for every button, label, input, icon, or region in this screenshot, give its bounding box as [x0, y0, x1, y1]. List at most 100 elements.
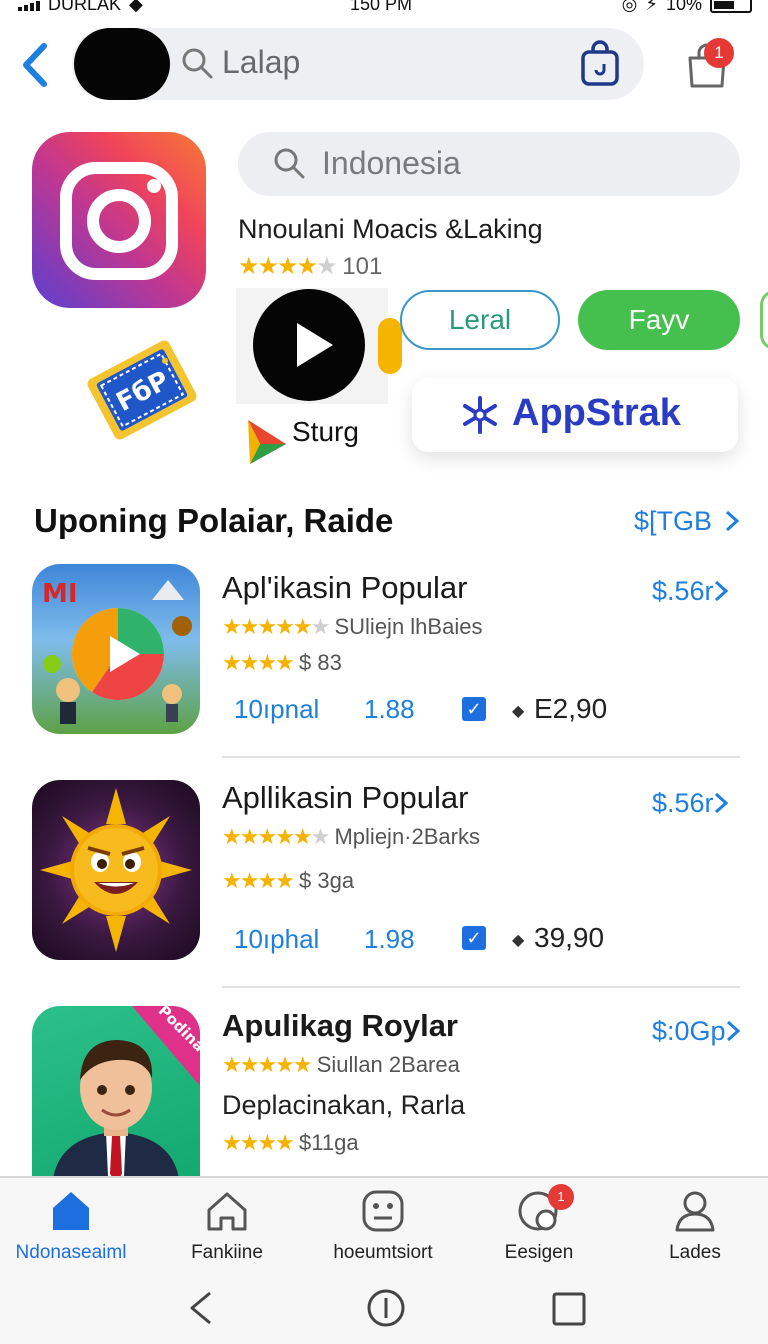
status-time: 150 PM: [350, 0, 413, 14]
nav-home-button[interactable]: [366, 1288, 406, 1333]
featured-app-title[interactable]: Nnoulani Moacis &Laking: [238, 214, 543, 245]
app-total: E2,90: [534, 693, 608, 724]
shopping-bag-button[interactable]: [576, 40, 624, 88]
signal-icon: [18, 0, 40, 11]
bullet-icon: ◆: [512, 703, 525, 720]
region-search-bar[interactable]: [238, 132, 740, 196]
rating-stars: ★★★★★: [222, 1052, 313, 1077]
alarm-icon: ◎: [621, 0, 638, 14]
filter-chip-leral[interactable]: Leral: [400, 290, 560, 350]
app-icon-sun[interactable]: [32, 780, 200, 960]
app-stat-downloads[interactable]: 10ıphal: [234, 924, 319, 955]
tab-label: Lades: [669, 1242, 721, 1263]
rating-stars: ★★★★: [222, 1130, 295, 1155]
svg-text:MI: MI: [42, 579, 78, 609]
tab-label: hoeumtsiort: [333, 1242, 433, 1263]
avatar[interactable]: [74, 28, 170, 100]
tab-ranking[interactable]: Fankiine: [152, 1188, 302, 1263]
select-checkbox[interactable]: ✓: [462, 926, 486, 950]
back-button[interactable]: [16, 40, 56, 90]
nav-back-button[interactable]: [186, 1290, 218, 1331]
square-icon: [552, 1292, 586, 1326]
play-icon: [297, 323, 333, 367]
ticket-sticker: FбP: [84, 330, 200, 450]
app-stat-version[interactable]: 1.88: [364, 694, 415, 725]
appstrak-label: AppStrak: [512, 392, 681, 434]
filter-chip-fayv[interactable]: Fayv: [578, 290, 740, 350]
rating-stars: ★★★★★★: [222, 614, 330, 639]
search-icon: [272, 146, 306, 185]
app-developer: Mpliejn·2Barks: [334, 824, 480, 849]
nav-recents-button[interactable]: [552, 1292, 586, 1331]
app-stat-version[interactable]: 1.98: [364, 924, 415, 955]
row-divider: [222, 986, 740, 988]
app-total: 39,90: [534, 922, 605, 953]
person-avatar-icon: Podina: [52, 1006, 200, 1186]
app-meta: $11ga: [299, 1130, 359, 1155]
chevron-left-icon: [23, 43, 47, 87]
app-stat-downloads[interactable]: 10ıpnal: [234, 694, 319, 725]
rating-count: 101: [342, 253, 383, 280]
carrier-label: DURLAK: [48, 0, 122, 14]
tab-design[interactable]: Eesigen: [464, 1188, 614, 1263]
app-icon-game[interactable]: MI: [32, 564, 200, 734]
app-developer: SUliejn lhBaies: [334, 614, 483, 639]
app-title[interactable]: Apllikasin Popular: [222, 780, 468, 816]
chevron-right-icon: [714, 792, 728, 814]
location-icon: ◆: [129, 0, 143, 14]
app-secondary-rating: ★★★★ $11ga: [222, 1130, 359, 1156]
app-price: $:0Gp: [652, 1016, 726, 1046]
tab-label: Ndonaseaiml: [15, 1242, 127, 1263]
filter-chip-more[interactable]: [760, 290, 768, 350]
back-triangle-icon: [190, 1291, 211, 1325]
sun-face-icon: [40, 788, 192, 952]
rating-stars: ★★★★: [222, 650, 295, 675]
home-icon: [53, 1192, 89, 1230]
region-search-input[interactable]: Indonesia: [322, 145, 461, 182]
app-developer: Siullan 2Barea: [316, 1052, 460, 1077]
chevron-right-icon: [725, 510, 739, 532]
app-title[interactable]: Apulikag Roylar: [222, 1008, 458, 1044]
search-input[interactable]: Lalap: [222, 44, 300, 81]
featured-app-icon[interactable]: [32, 132, 206, 308]
battery-percent: 10%: [665, 0, 702, 14]
app-rating: ★★★★★★ SUliejn lhBaies: [222, 614, 482, 640]
app-meta: $ 83: [299, 650, 342, 675]
featured-app-rating: ★★★★★ 101: [238, 252, 382, 281]
app-price-button[interactable]: $.56r: [652, 576, 728, 607]
app-icon-portrait[interactable]: Podina: [32, 1006, 200, 1186]
app-price: $.56r: [652, 576, 714, 606]
user-icon: [675, 1191, 715, 1232]
camera-logo-icon: [60, 162, 178, 280]
select-checkbox[interactable]: ✓: [462, 697, 486, 721]
search-icon: [180, 46, 214, 85]
section-title: Uponing Polaiar, Raide: [34, 502, 394, 539]
chevron-right-icon: [726, 1020, 740, 1042]
charging-icon: ⚡: [645, 0, 658, 14]
app-price-button[interactable]: $:0Gp: [652, 1016, 740, 1047]
app-subtitle: Deplacinakan, Rarla: [222, 1090, 466, 1120]
tab-home[interactable]: Ndonaseaiml: [0, 1188, 146, 1263]
app-rating: ★★★★★★ Mpliejn·2Barks: [222, 824, 480, 850]
rating-stars: ★★★★★★: [222, 824, 330, 849]
app-meta: $ 3ga: [299, 868, 355, 893]
tab-label: Eesigen: [504, 1242, 574, 1263]
tab-badge: 1: [548, 1184, 574, 1210]
app-rating: ★★★★★ Siullan 2Barea: [222, 1052, 460, 1078]
app-secondary-rating: ★★★★ $ 3ga: [222, 868, 354, 894]
app-secondary-rating: ★★★★ $ 83: [222, 650, 342, 676]
section-see-all-link[interactable]: $[TGB: [634, 506, 740, 537]
rating-stars: ★★★★★: [238, 253, 338, 280]
play-button[interactable]: [253, 289, 365, 401]
app-title[interactable]: Apl'ikasin Popular: [222, 570, 467, 606]
bag-icon: [581, 40, 619, 86]
status-bar: DURLAK ◆ 150 PM ◎ ⚡ 10%: [0, 0, 768, 16]
home-circle-icon: [367, 1289, 405, 1327]
chevron-right-icon: [714, 580, 728, 602]
tab-documents[interactable]: hoeumtsiort: [308, 1188, 458, 1263]
game-art-icon: MI: [42, 579, 192, 724]
video-caption: Sturg: [292, 416, 359, 447]
tab-profile[interactable]: Lades: [620, 1188, 768, 1263]
app-price-button[interactable]: $.56r: [652, 788, 728, 819]
bullet-icon: ◆: [512, 932, 525, 949]
